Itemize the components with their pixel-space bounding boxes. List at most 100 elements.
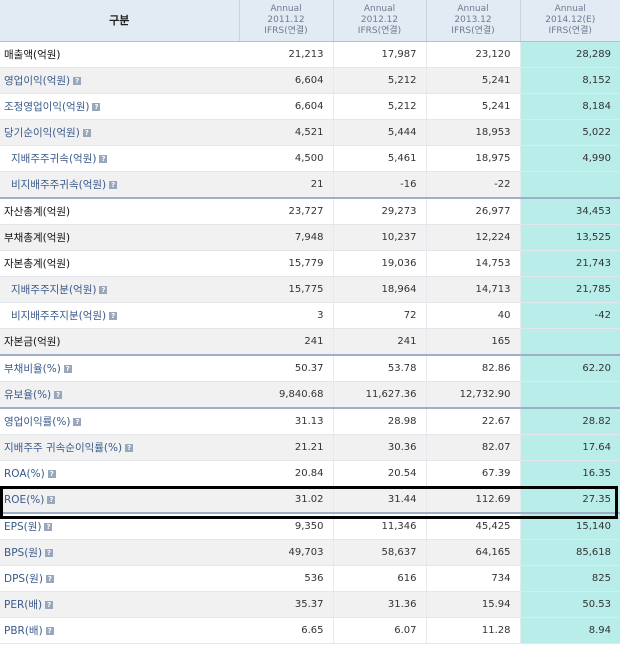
help-icon[interactable]: ? <box>45 549 54 557</box>
row-label[interactable]: 영업이익(억원) <box>4 75 70 87</box>
value-cell: 20.54 <box>333 460 427 487</box>
value-cell: 23,727 <box>239 197 334 225</box>
help-icon[interactable]: ? <box>109 181 118 189</box>
value-cell: 18,975 <box>426 145 521 172</box>
help-icon[interactable]: ? <box>125 444 134 452</box>
value-cell <box>520 381 620 409</box>
table-row: 영업이익률(%)? 31.13 28.98 22.67 28.82 <box>0 407 620 435</box>
help-icon[interactable]: ? <box>45 627 54 635</box>
value-cell: 16.35 <box>520 460 620 487</box>
value-cell: 28.82 <box>520 407 620 435</box>
value-cell: 3 <box>239 302 334 329</box>
row-label[interactable]: PER(배) <box>4 599 42 611</box>
value-cell: 62.20 <box>520 354 620 382</box>
help-icon[interactable]: ? <box>99 286 108 294</box>
value-cell: 5,212 <box>333 93 427 120</box>
value-cell: 7,948 <box>239 224 334 251</box>
value-cell: 40 <box>426 302 521 329</box>
row-label[interactable]: 유보율(%) <box>4 389 51 401</box>
value-cell: 67.39 <box>426 460 521 487</box>
row-label[interactable]: BPS(원) <box>4 547 42 559</box>
row-label-cell: 비지배주주지분(억원)? <box>0 302 239 329</box>
help-icon[interactable]: ? <box>99 155 108 163</box>
value-cell: 10,237 <box>333 224 427 251</box>
row-label[interactable]: 비지배주주지분(억원) <box>11 310 106 322</box>
value-cell: 21 <box>239 171 334 199</box>
value-cell: 6.07 <box>333 617 427 644</box>
help-icon[interactable]: ? <box>45 601 54 609</box>
value-cell: 28.98 <box>333 407 427 435</box>
value-cell: 85,618 <box>520 539 620 566</box>
value-cell: -16 <box>333 171 427 199</box>
row-label-cell: BPS(원)? <box>0 539 239 566</box>
row-label[interactable]: 지배주주 귀속순이익률(%) <box>4 442 122 454</box>
value-cell: 14,713 <box>426 276 521 303</box>
value-cell: 22.67 <box>426 407 521 435</box>
row-label-cell: EPS(원)? <box>0 512 239 540</box>
row-label[interactable]: 영업이익률(%) <box>4 416 70 428</box>
row-label[interactable]: 조정영업이익(억원) <box>4 101 89 113</box>
row-label[interactable]: 지배주주귀속(억원) <box>11 153 96 165</box>
category-header: 구분 <box>0 0 240 42</box>
value-cell: 15,140 <box>520 512 620 540</box>
date-label: 2012.12 <box>360 15 399 25</box>
table-row: 영업이익(억원)? 6,604 5,212 5,241 8,152 <box>0 67 620 94</box>
row-label-cell: 조정영업이익(억원)? <box>0 93 239 120</box>
row-label-cell: PER(배)? <box>0 591 239 618</box>
value-cell: 21,743 <box>520 250 620 277</box>
value-cell: 14,753 <box>426 250 521 277</box>
table-row: DPS(원)? 536 616 734 825 <box>0 565 620 592</box>
value-cell: 21,213 <box>239 41 334 68</box>
row-label[interactable]: DPS(원) <box>4 573 43 585</box>
help-icon[interactable]: ? <box>47 469 56 478</box>
basis-label: IFRS(연결) <box>451 26 495 36</box>
help-icon[interactable]: ? <box>109 312 118 320</box>
row-label: 자본금(억원) <box>4 336 61 348</box>
value-cell: 15.94 <box>426 591 521 618</box>
value-cell: 18,953 <box>426 119 521 146</box>
row-label[interactable]: 비지배주주귀속(억원) <box>11 179 106 191</box>
help-icon[interactable]: ? <box>47 495 56 504</box>
value-cell: 29,273 <box>333 197 427 225</box>
value-cell <box>520 171 620 199</box>
help-icon[interactable]: ? <box>54 391 63 399</box>
date-label: 2014.12(E) <box>545 15 596 25</box>
value-cell: 21,785 <box>520 276 620 303</box>
value-cell: 53.78 <box>333 354 427 382</box>
row-label-cell: ROA(%)? <box>0 460 239 487</box>
column-header-2011: Annual 2011.12 IFRS(연결) <box>239 0 334 42</box>
value-cell: 18,964 <box>333 276 427 303</box>
help-icon[interactable]: ? <box>82 129 91 137</box>
value-cell: 241 <box>239 328 334 356</box>
help-icon[interactable]: ? <box>92 103 101 111</box>
help-icon[interactable]: ? <box>73 418 82 426</box>
value-cell: 13,525 <box>520 224 620 251</box>
table-row: 부채총계(억원) 7,948 10,237 12,224 13,525 <box>0 224 620 251</box>
value-cell: 8.94 <box>520 617 620 644</box>
row-label[interactable]: 부채비율(%) <box>4 363 61 375</box>
help-icon[interactable]: ? <box>63 365 72 373</box>
value-cell: 19,036 <box>333 250 427 277</box>
row-label[interactable]: ROA(%) <box>4 468 45 480</box>
value-cell: 5,241 <box>426 67 521 94</box>
value-cell: 49,703 <box>239 539 334 566</box>
help-icon[interactable]: ? <box>44 523 53 531</box>
row-label[interactable]: ROE(%) <box>4 494 44 506</box>
value-cell: 82.07 <box>426 434 521 461</box>
value-cell: 734 <box>426 565 521 592</box>
row-label[interactable]: PBR(배) <box>4 625 43 637</box>
row-label[interactable]: 당기순이익(억원) <box>4 127 80 139</box>
help-icon[interactable]: ? <box>73 77 82 85</box>
row-label-cell: 영업이익률(%)? <box>0 407 239 435</box>
help-icon[interactable]: ? <box>45 575 54 583</box>
date-label: 2013.12 <box>454 15 492 25</box>
table-body: 매출액(억원) 21,213 17,987 23,120 28,289 영업이익(억원)?… <box>0 41 620 644</box>
row-label[interactable]: 지배주주지분(억원) <box>11 284 96 296</box>
value-cell: 34,453 <box>520 197 620 225</box>
period-label: Annual <box>554 4 586 14</box>
value-cell: 536 <box>239 565 334 592</box>
table-row: 유보율(%)? 9,840.68 11,627.36 12,732.90 <box>0 381 620 409</box>
table-row: 자본금(억원) 241 241 165 <box>0 328 620 356</box>
value-cell: 30.36 <box>333 434 427 461</box>
row-label[interactable]: EPS(원) <box>4 521 41 533</box>
